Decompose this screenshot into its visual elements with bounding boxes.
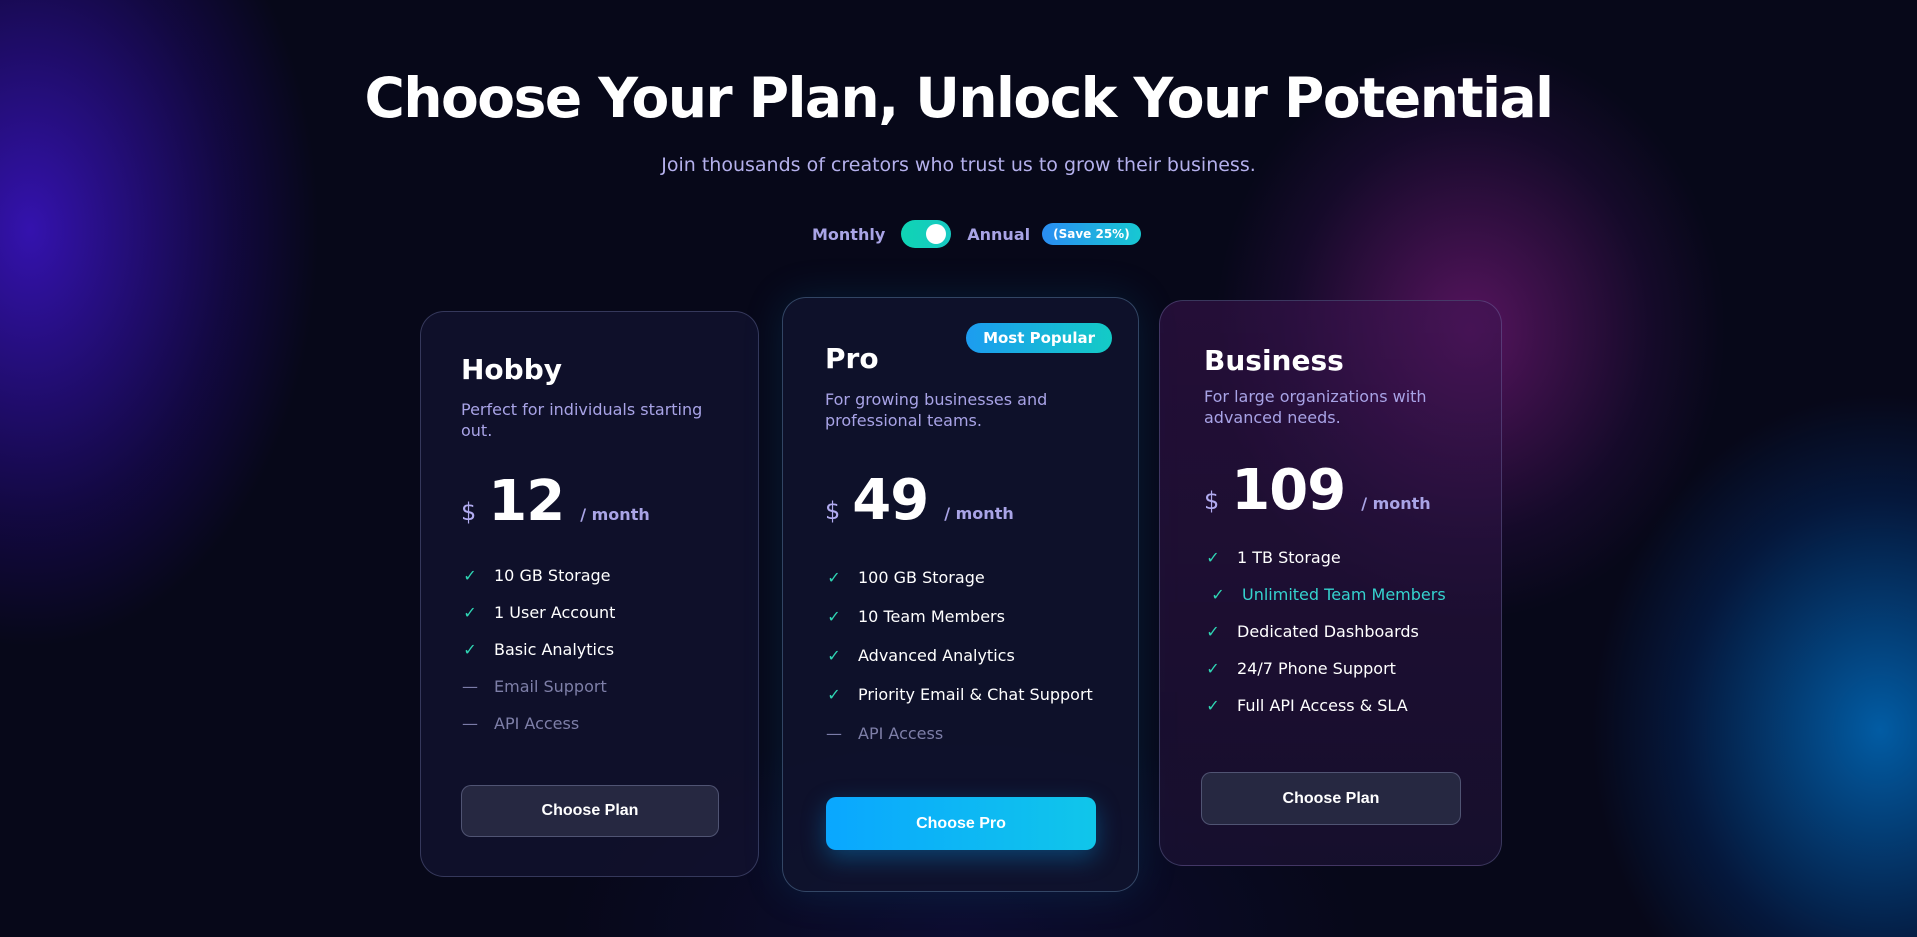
- feature-item: ✓ 10 Team Members: [826, 597, 1093, 636]
- check-icon: ✓: [1206, 622, 1220, 641]
- plan-card-pro: Most Popular Pro For growing businesses …: [782, 297, 1139, 892]
- price-amount: 109: [1231, 458, 1346, 523]
- feature-item: ✓ Unlimited Team Members: [1205, 576, 1446, 613]
- price-amount: 49: [852, 468, 929, 533]
- plan-price: $ 49 / month: [825, 468, 1014, 533]
- page-subtitle: Join thousands of creators who trust us …: [661, 154, 1256, 176]
- dash-icon: —: [462, 714, 478, 733]
- most-popular-badge: Most Popular: [966, 323, 1112, 353]
- feature-item: — API Access: [826, 714, 1093, 753]
- plan-name: Pro: [825, 342, 879, 375]
- feature-label: API Access: [858, 724, 944, 743]
- feature-label: 24/7 Phone Support: [1237, 659, 1396, 678]
- feature-list: ✓ 100 GB Storage ✓ 10 Team Members ✓ Advanc…: [826, 558, 1093, 753]
- feature-item: ✓ 1 TB Storage: [1205, 539, 1446, 576]
- plan-description: Perfect for individuals starting out.: [461, 400, 703, 440]
- price-period: / month: [944, 504, 1014, 523]
- price-period: / month: [580, 505, 650, 524]
- dash-icon: —: [462, 677, 478, 696]
- feature-label: Full API Access & SLA: [1237, 696, 1408, 715]
- feature-item: — API Access: [462, 705, 615, 742]
- currency-symbol: $: [1204, 487, 1220, 515]
- plan-price: $ 109 / month: [1204, 458, 1431, 523]
- toggle-knob: [926, 224, 947, 244]
- feature-item: ✓ Basic Analytics: [462, 631, 615, 668]
- feature-item: ✓ Priority Email & Chat Support: [826, 675, 1093, 714]
- plan-card-business: Business For large organizations with ad…: [1159, 300, 1502, 866]
- feature-item: ✓ Advanced Analytics: [826, 636, 1093, 675]
- feature-label: 10 GB Storage: [494, 566, 611, 585]
- feature-label: Advanced Analytics: [858, 646, 1015, 665]
- check-icon: ✓: [463, 640, 477, 659]
- feature-label: 100 GB Storage: [858, 568, 985, 587]
- price-amount: 12: [488, 469, 565, 534]
- choose-plan-button-hobby[interactable]: Choose Plan: [461, 785, 719, 837]
- feature-label: 1 TB Storage: [1237, 548, 1341, 567]
- plan-description: For growing businesses and professional …: [825, 390, 1048, 430]
- billing-toggle-group: Monthly Annual (Save 25%): [812, 219, 1141, 249]
- check-icon: ✓: [1206, 659, 1220, 678]
- page-title: Choose Your Plan, Unlock Your Potential: [364, 66, 1554, 130]
- feature-label: Basic Analytics: [494, 640, 615, 659]
- dash-icon: —: [826, 724, 842, 743]
- feature-label: 10 Team Members: [858, 607, 1005, 626]
- check-icon: ✓: [1206, 548, 1220, 567]
- billing-toggle[interactable]: [901, 220, 952, 248]
- feature-item: ✓ Full API Access & SLA: [1205, 687, 1446, 724]
- feature-label: Unlimited Team Members: [1242, 585, 1446, 604]
- feature-list: ✓ 10 GB Storage ✓ 1 User Account ✓ Basic An…: [462, 557, 615, 742]
- plan-name: Business: [1204, 344, 1344, 377]
- check-icon: ✓: [827, 607, 841, 626]
- currency-symbol: $: [825, 497, 841, 525]
- plan-price: $ 12 / month: [461, 469, 650, 534]
- choose-pro-button[interactable]: Choose Pro: [826, 797, 1096, 850]
- check-icon: ✓: [827, 646, 841, 665]
- feature-item: ✓ 10 GB Storage: [462, 557, 615, 594]
- check-icon: ✓: [463, 603, 477, 622]
- currency-symbol: $: [461, 498, 477, 526]
- annual-label[interactable]: Annual: [967, 225, 1030, 244]
- feature-item: ✓ 100 GB Storage: [826, 558, 1093, 597]
- monthly-label[interactable]: Monthly: [812, 225, 885, 244]
- plan-description: For large organizations with advanced ne…: [1204, 387, 1427, 427]
- check-icon: ✓: [1211, 585, 1225, 604]
- feature-label: API Access: [494, 714, 580, 733]
- check-icon: ✓: [827, 568, 841, 587]
- feature-item: ✓ 1 User Account: [462, 594, 615, 631]
- plan-card-hobby: Hobby Perfect for individuals starting o…: [420, 311, 759, 877]
- check-icon: ✓: [463, 566, 477, 585]
- check-icon: ✓: [827, 685, 841, 704]
- feature-label: Dedicated Dashboards: [1237, 622, 1419, 641]
- feature-item: ✓ Dedicated Dashboards: [1205, 613, 1446, 650]
- feature-item: — Email Support: [462, 668, 615, 705]
- check-icon: ✓: [1206, 696, 1220, 715]
- plan-name: Hobby: [461, 353, 563, 386]
- feature-list: ✓ 1 TB Storage ✓ Unlimited Team Members ✓ D…: [1205, 539, 1446, 724]
- feature-label: Email Support: [494, 677, 607, 696]
- save-badge: (Save 25%): [1042, 223, 1141, 245]
- price-period: / month: [1361, 494, 1431, 513]
- feature-label: 1 User Account: [494, 603, 616, 622]
- feature-item: ✓ 24/7 Phone Support: [1205, 650, 1446, 687]
- feature-label: Priority Email & Chat Support: [858, 685, 1093, 704]
- choose-plan-button-business[interactable]: Choose Plan: [1201, 772, 1461, 825]
